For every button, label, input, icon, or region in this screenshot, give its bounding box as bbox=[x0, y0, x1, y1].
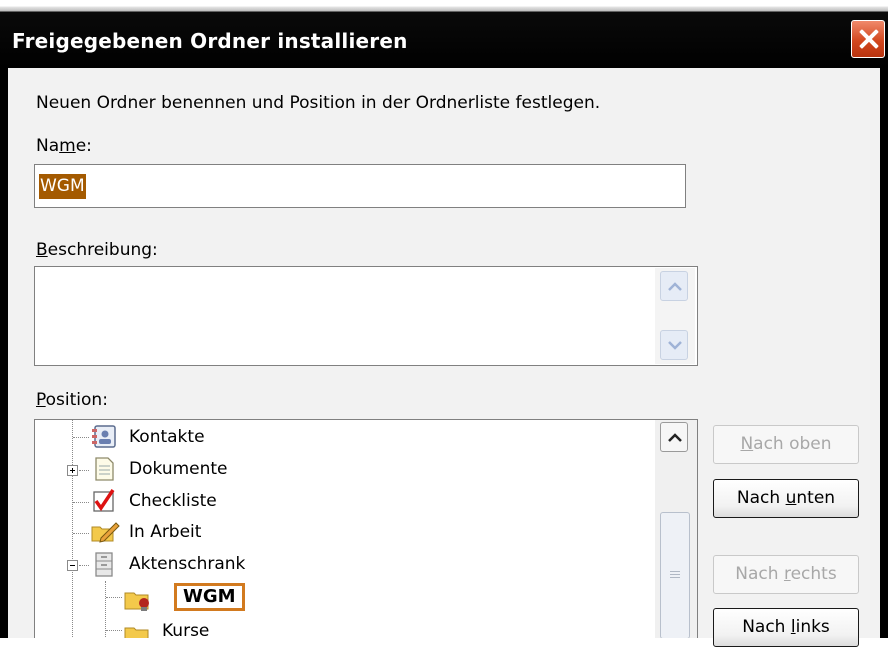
arrow-down-icon bbox=[668, 341, 682, 350]
description-scrollbar[interactable] bbox=[655, 268, 695, 364]
expand-icon[interactable] bbox=[67, 465, 78, 476]
description-label: Beschreibung: bbox=[36, 240, 158, 260]
checkmark-icon bbox=[93, 489, 115, 512]
move-down-button[interactable]: Nach unten bbox=[713, 479, 859, 518]
document-icon bbox=[95, 457, 114, 481]
close-button[interactable] bbox=[851, 20, 885, 58]
move-left-button[interactable]: Nach links bbox=[713, 608, 859, 647]
tree-item-label: Kontakte bbox=[129, 427, 205, 447]
scroll-down-button[interactable] bbox=[660, 330, 688, 360]
position-label: Position: bbox=[36, 390, 108, 410]
window-title: Freigegebenen Ordner installieren bbox=[12, 29, 408, 53]
rename-value: WGM bbox=[183, 586, 236, 607]
shared-folder-icon bbox=[124, 592, 149, 611]
tree-item-label: Aktenschrank bbox=[129, 554, 246, 574]
cabinet-icon bbox=[95, 552, 113, 577]
move-up-button[interactable]: Nach oben bbox=[713, 425, 859, 464]
contacts-icon bbox=[92, 425, 116, 448]
tree-scroll-up-button[interactable] bbox=[660, 422, 688, 452]
position-tree[interactable]: Kontakte Dokumente Checkliste In Arbeit … bbox=[34, 419, 698, 638]
name-field[interactable]: WGM bbox=[34, 164, 686, 208]
dialog-body: Neuen Ordner benennen und Position in de… bbox=[0, 68, 888, 647]
name-label: Name: bbox=[36, 136, 92, 156]
folder-icon bbox=[124, 627, 149, 638]
move-right-button[interactable]: Nach rechts bbox=[713, 555, 859, 594]
intro-text: Neuen Ordner benennen und Position in de… bbox=[36, 93, 601, 113]
tree-scroll-thumb[interactable] bbox=[660, 512, 690, 638]
tree-scrollbar[interactable] bbox=[655, 420, 697, 638]
arrow-up-icon bbox=[668, 433, 682, 442]
folder-pencil-icon bbox=[91, 522, 120, 543]
title-bar: Freigegebenen Ordner installieren bbox=[0, 0, 888, 68]
scroll-up-button[interactable] bbox=[660, 271, 688, 301]
tree-item-label: Checkliste bbox=[129, 491, 217, 511]
description-field[interactable] bbox=[34, 266, 698, 366]
arrow-up-icon bbox=[668, 282, 682, 291]
tree-item-label: Kurse bbox=[162, 621, 210, 638]
name-value: WGM bbox=[39, 174, 86, 199]
collapse-icon[interactable] bbox=[67, 560, 78, 571]
tree-item-label: In Arbeit bbox=[129, 522, 202, 542]
tree-item-label: Dokumente bbox=[129, 459, 228, 479]
rename-input[interactable]: WGM bbox=[174, 583, 245, 611]
